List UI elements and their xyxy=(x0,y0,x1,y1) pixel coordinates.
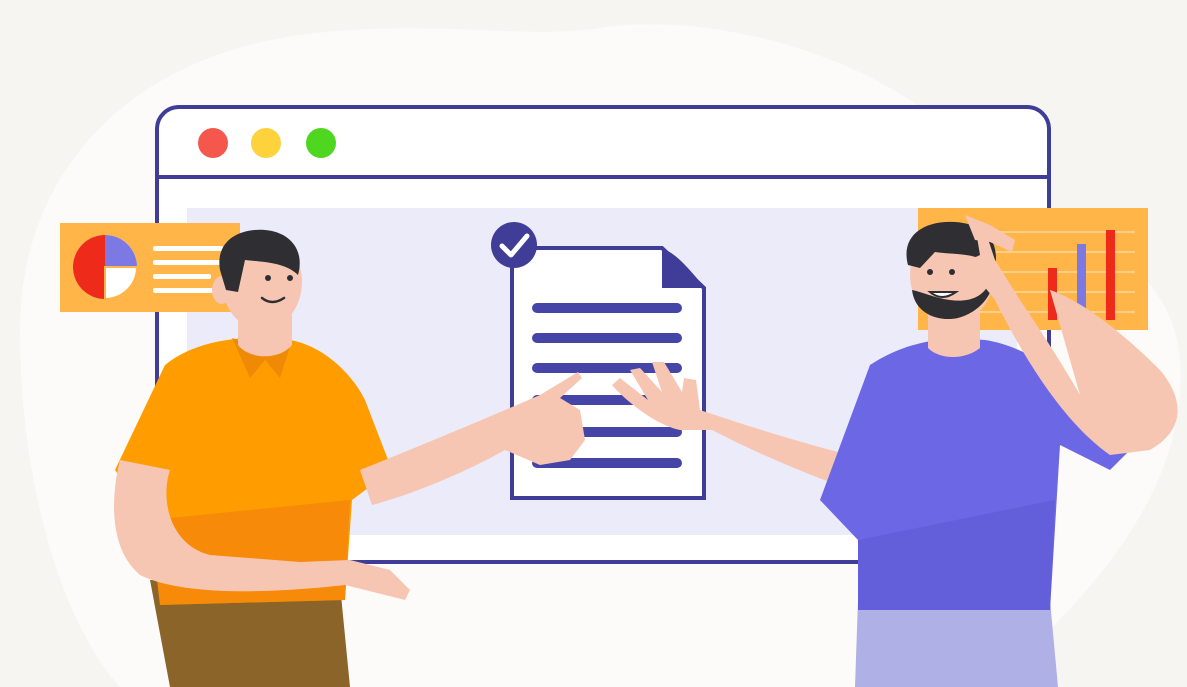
window-control-minimize-icon[interactable] xyxy=(251,128,281,158)
illustration-scene xyxy=(0,0,1187,687)
pie-card-line xyxy=(153,260,223,265)
checkmark-badge-icon xyxy=(491,222,537,268)
pie-card-line xyxy=(153,288,219,293)
pie-card-line xyxy=(153,246,223,251)
person-right-pants xyxy=(855,600,1058,687)
window-control-maximize-icon[interactable] xyxy=(306,128,336,158)
illustration-canvas xyxy=(20,24,1181,687)
pie-card-line xyxy=(153,274,211,279)
pie-chart-card xyxy=(60,223,240,312)
window-control-close-icon[interactable] xyxy=(198,128,228,158)
pie-chart-icon xyxy=(73,235,139,301)
